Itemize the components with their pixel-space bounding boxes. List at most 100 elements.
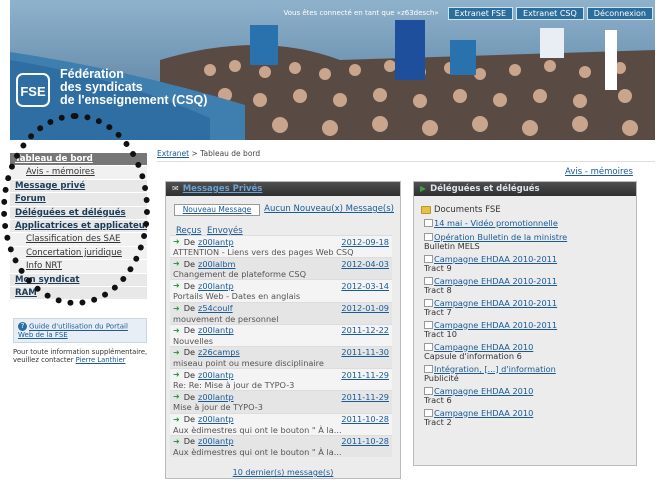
breadcrumb-extranet-link[interactable]: Extranet (157, 149, 189, 158)
document-link[interactable]: Opération Bulletin de la ministre (434, 232, 567, 242)
message-sender-link[interactable]: z54coulf (198, 303, 341, 313)
message-header: ➜ De z00lantp 2012-03-14 (173, 280, 389, 291)
no-new-messages-link[interactable]: Aucun Nouveau(x) Message(s) (264, 204, 394, 214)
help-icon: ? (18, 322, 27, 331)
message-row[interactable]: ➜ De z00lantp 2011-11-29 Mise à jour de TYPO… (170, 390, 392, 413)
message-sender-link[interactable]: z00lantp (198, 237, 341, 247)
document-link[interactable]: Campagne EHDAA 2010-2011 (434, 320, 557, 330)
document-description: Capsule d'information 6 (424, 351, 522, 361)
document-item: Opération Bulletin de la ministre Bulleti… (424, 232, 624, 252)
message-date-link[interactable]: 2011-10-28 (341, 436, 389, 446)
extranet-fse-button[interactable]: Extranet FSE (447, 6, 514, 20)
message-row[interactable]: ➜ De z00lantp 2012-03-14 Portails Web - Date… (170, 279, 392, 302)
broken-image-icon (424, 364, 433, 373)
document-item: Campagne EHDAA 2010 Tract 6 (424, 386, 624, 406)
message-date-link[interactable]: 2012-01-09 (341, 303, 389, 313)
delegates-panel-header: ▶ Déléguées et délégués (414, 182, 636, 196)
arrow-right-icon: ➜ (173, 347, 180, 357)
document-description: Bulletin MELS (424, 241, 480, 251)
document-description: Tract 10 (424, 329, 457, 339)
from-label: De (183, 436, 196, 447)
svg-text:FSE: FSE (20, 84, 46, 99)
message-sender-link[interactable]: z00lantp (198, 370, 341, 380)
message-row[interactable]: ➜ De z00lantp 2012-09-18 ATTENTION - Liens v… (170, 235, 392, 258)
from-label: De (183, 236, 196, 247)
broken-image-icon (424, 298, 433, 307)
message-date-link[interactable]: 2012-04-03 (341, 259, 389, 269)
guide-link[interactable]: Guide d'utilisation du Portail Web de la… (18, 323, 128, 340)
delegates-panel: ▶ Déléguées et délégués Documents FSE 14 … (413, 181, 637, 466)
message-sender-link[interactable]: z26camps (198, 347, 341, 357)
new-message-label: Nouveau Message (182, 205, 252, 214)
message-sender-link[interactable]: z00lantp (198, 436, 341, 446)
message-sender-link[interactable]: z00lantp (198, 281, 341, 291)
broken-image-icon (424, 408, 433, 417)
document-description: Publicité (424, 373, 459, 383)
arrow-right-icon: ➜ (173, 436, 180, 446)
document-link[interactable]: 14 mai - Vidéo promotionnelle (434, 218, 558, 228)
message-row[interactable]: ➜ De z26camps 2011-11-30 miseau point ou mes… (170, 345, 392, 369)
private-messages-panel: ✉ Messages Privés Nouveau Message Aucun N… (165, 181, 401, 479)
guide-box: ? Guide d'utilisation du Portail Web de l… (13, 318, 147, 343)
document-item: Campagne EHDAA 2010 Capsule d'information… (424, 342, 624, 362)
brand-line-3: de l'enseignement (CSQ) (60, 93, 208, 107)
message-sender-link[interactable]: z00lalbm (198, 259, 341, 269)
from-label: De (183, 325, 196, 336)
top-bar: Vous êtes connecté en tant que «z63desch… (283, 6, 653, 20)
document-link[interactable]: Campagne EHDAA 2010-2011 (434, 276, 557, 286)
breadcrumb: Extranet > Tableau de bord (157, 149, 260, 158)
avis-memoires-link[interactable]: Avis - mémoires (565, 167, 633, 177)
message-sender-link[interactable]: z00lantp (198, 392, 341, 402)
message-sender-link[interactable]: z00lantp (198, 414, 341, 424)
from-label: De (183, 414, 196, 424)
connected-user-text: Vous êtes connecté en tant que «z63desch… (283, 9, 439, 17)
message-date-link[interactable]: 2011-11-29 (341, 370, 389, 380)
document-description: Tract 2 (424, 417, 452, 427)
message-row[interactable]: ➜ De z54coulf 2012-01-09 mouvement de person… (170, 301, 392, 324)
arrow-right-icon: ➜ (173, 281, 180, 291)
logout-button[interactable]: Déconnexion (586, 6, 653, 20)
message-date-link[interactable]: 2011-11-30 (341, 347, 389, 357)
document-item: Campagne EHDAA 2010-2011 Tract 8 (424, 276, 624, 296)
arrow-right-icon: ➜ (173, 392, 180, 402)
document-link[interactable]: Campagne EHDAA 2010 (434, 408, 533, 418)
last-messages-link[interactable]: 10 dernier(s) message(s) (166, 468, 400, 477)
document-item: Campagne EHDAA 2010-2011 Tract 7 (424, 298, 624, 318)
message-row[interactable]: ➜ De z00lalbm 2012-04-03 Changement de plate… (170, 257, 392, 280)
message-sender-link[interactable]: z00lantp (198, 325, 341, 335)
message-date-link[interactable]: 2011-12-22 (341, 325, 389, 335)
document-link[interactable]: Campagne EHDAA 2010-2011 (434, 298, 557, 308)
document-link[interactable]: Campagne EHDAA 2010-2011 (434, 254, 557, 264)
contact-name-link[interactable]: Pierre Lanthier (76, 356, 126, 364)
messages-panel-title[interactable]: Messages Privés (183, 184, 263, 194)
message-row[interactable]: ➜ De z00lantp 2011-11-29 Re: Re: Mise à jour… (170, 368, 392, 391)
message-header: ➜ De z26camps 2011-11-30 (173, 347, 389, 358)
message-header: ➜ De z00lantp 2011-12-22 (173, 325, 389, 336)
play-arrow-icon: ▶ (420, 184, 427, 193)
document-link[interactable]: Intégration, [...] d'information (434, 364, 556, 374)
broken-image-icon (424, 276, 433, 285)
from-label: De (183, 258, 196, 269)
brand-title[interactable]: FSE Fédération des syndicats de l'enseig… (16, 68, 208, 107)
arrow-right-icon: ➜ (173, 237, 180, 246)
document-link[interactable]: Campagne EHDAA 2010 (434, 342, 533, 352)
breadcrumb-current: Tableau de bord (200, 149, 261, 158)
message-date-link[interactable]: 2012-03-14 (341, 281, 389, 291)
message-date-link[interactable]: 2011-10-28 (341, 414, 389, 424)
documents-folder[interactable]: Documents FSE (421, 205, 501, 215)
document-item: Intégration, [...] d'information Publicit… (424, 364, 624, 384)
document-item: Campagne EHDAA 2010-2011 Tract 10 (424, 320, 624, 340)
arrow-right-icon: ➜ (173, 325, 180, 335)
arrow-right-icon: ➜ (173, 303, 180, 313)
arrow-right-icon: ➜ (173, 259, 180, 269)
message-date-link[interactable]: 2012-09-18 (341, 237, 389, 247)
message-row[interactable]: ➜ De z00lantp 2011-12-22 Nouvelles (170, 323, 392, 346)
message-row[interactable]: ➜ De z00lantp 2011-10-28 Aux èdimestres qui … (170, 434, 392, 457)
extranet-csq-button[interactable]: Extranet CSQ (516, 6, 584, 20)
document-link[interactable]: Campagne EHDAA 2010 (434, 386, 533, 396)
message-date-link[interactable]: 2011-11-29 (341, 392, 389, 402)
message-row[interactable]: ➜ De z00lantp 2011-10-28 Aux èdimestres qui … (170, 412, 392, 435)
message-header: ➜ De z00lantp 2011-11-29 (173, 391, 389, 402)
new-message-button[interactable]: Nouveau Message (174, 204, 260, 216)
message-subject: Aux èdimestres qui ont le bouton " À la.… (173, 446, 342, 457)
